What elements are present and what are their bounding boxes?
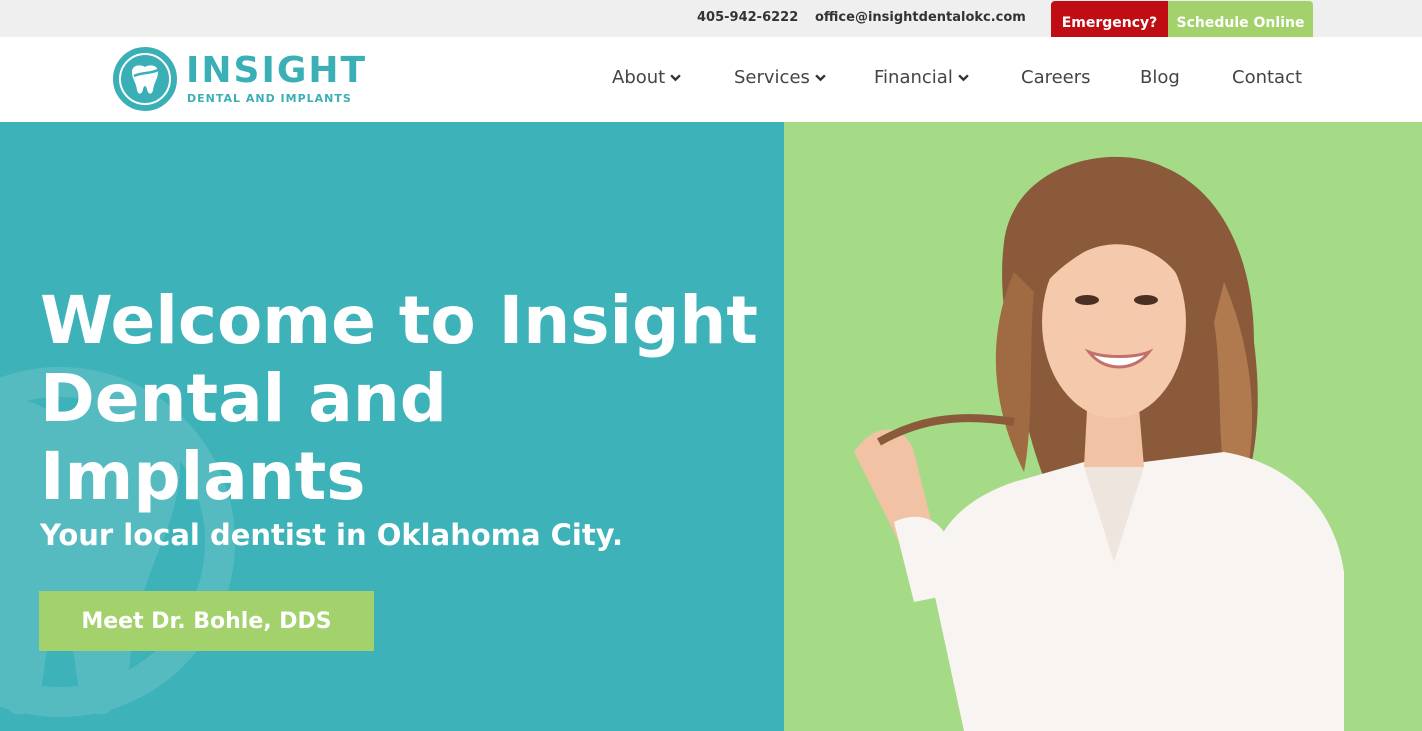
main-nav: About Services Financial Careers Blog Co… xyxy=(0,67,1422,91)
top-utility-bar: 405-942-6222 office@insightdentalokc.com… xyxy=(0,0,1422,45)
chevron-down-icon xyxy=(958,74,969,82)
email-link[interactable]: office@insightdentalokc.com xyxy=(815,10,1026,25)
nav-item-label: Blog xyxy=(1140,67,1180,88)
hero-text-panel: Welcome to Insight Dental and Implants Y… xyxy=(0,122,784,731)
phone-link[interactable]: 405-942-6222 xyxy=(697,10,798,25)
nav-item-careers[interactable]: Careers xyxy=(1021,67,1091,88)
nav-item-contact[interactable]: Contact xyxy=(1232,67,1302,88)
nav-item-label: Careers xyxy=(1021,67,1091,88)
smiling-woman-photo xyxy=(854,156,1344,731)
nav-item-financial[interactable]: Financial xyxy=(874,67,969,88)
nav-item-about[interactable]: About xyxy=(612,67,681,88)
hero-title: Welcome to Insight Dental and Implants xyxy=(40,282,758,515)
nav-item-label: Contact xyxy=(1232,67,1303,88)
logo-tagline: DENTAL AND IMPLANTS xyxy=(187,92,352,105)
nav-item-label: About xyxy=(612,67,666,88)
meet-doctor-button[interactable]: Meet Dr. Bohle, DDS xyxy=(39,591,374,651)
nav-item-label: Services xyxy=(734,67,810,88)
hero-subtitle: Your local dentist in Oklahoma City. xyxy=(40,518,623,552)
hero-photo-panel xyxy=(784,122,1422,731)
site-header: INSIGHT DENTAL AND IMPLANTS About Servic… xyxy=(0,37,1422,122)
chevron-down-icon xyxy=(670,74,681,82)
nav-item-blog[interactable]: Blog xyxy=(1140,67,1180,88)
nav-item-label: Financial xyxy=(874,67,953,88)
chevron-down-icon xyxy=(815,74,826,82)
nav-item-services[interactable]: Services xyxy=(734,67,826,88)
